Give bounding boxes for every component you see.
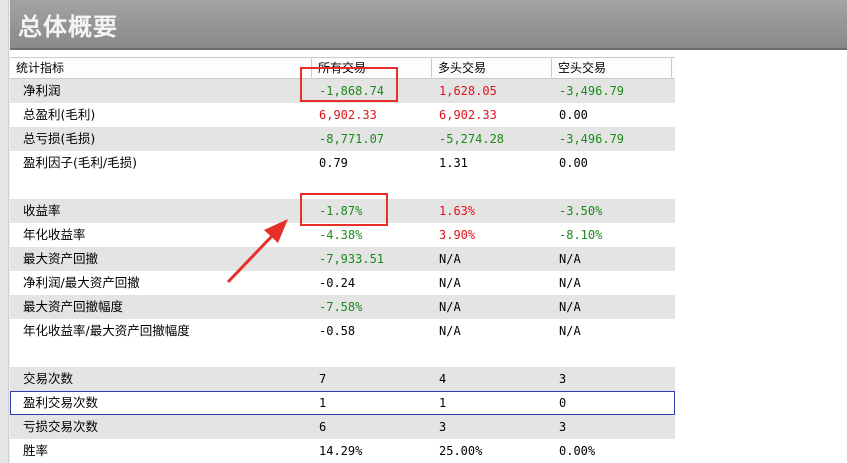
left-panel-border (0, 0, 9, 463)
summary-panel: 总体概要 统计指标 所有交易 多头交易 空头交易 净利润 -1,868.74 1,6… (10, 0, 847, 463)
annotation-arrow (226, 219, 288, 284)
